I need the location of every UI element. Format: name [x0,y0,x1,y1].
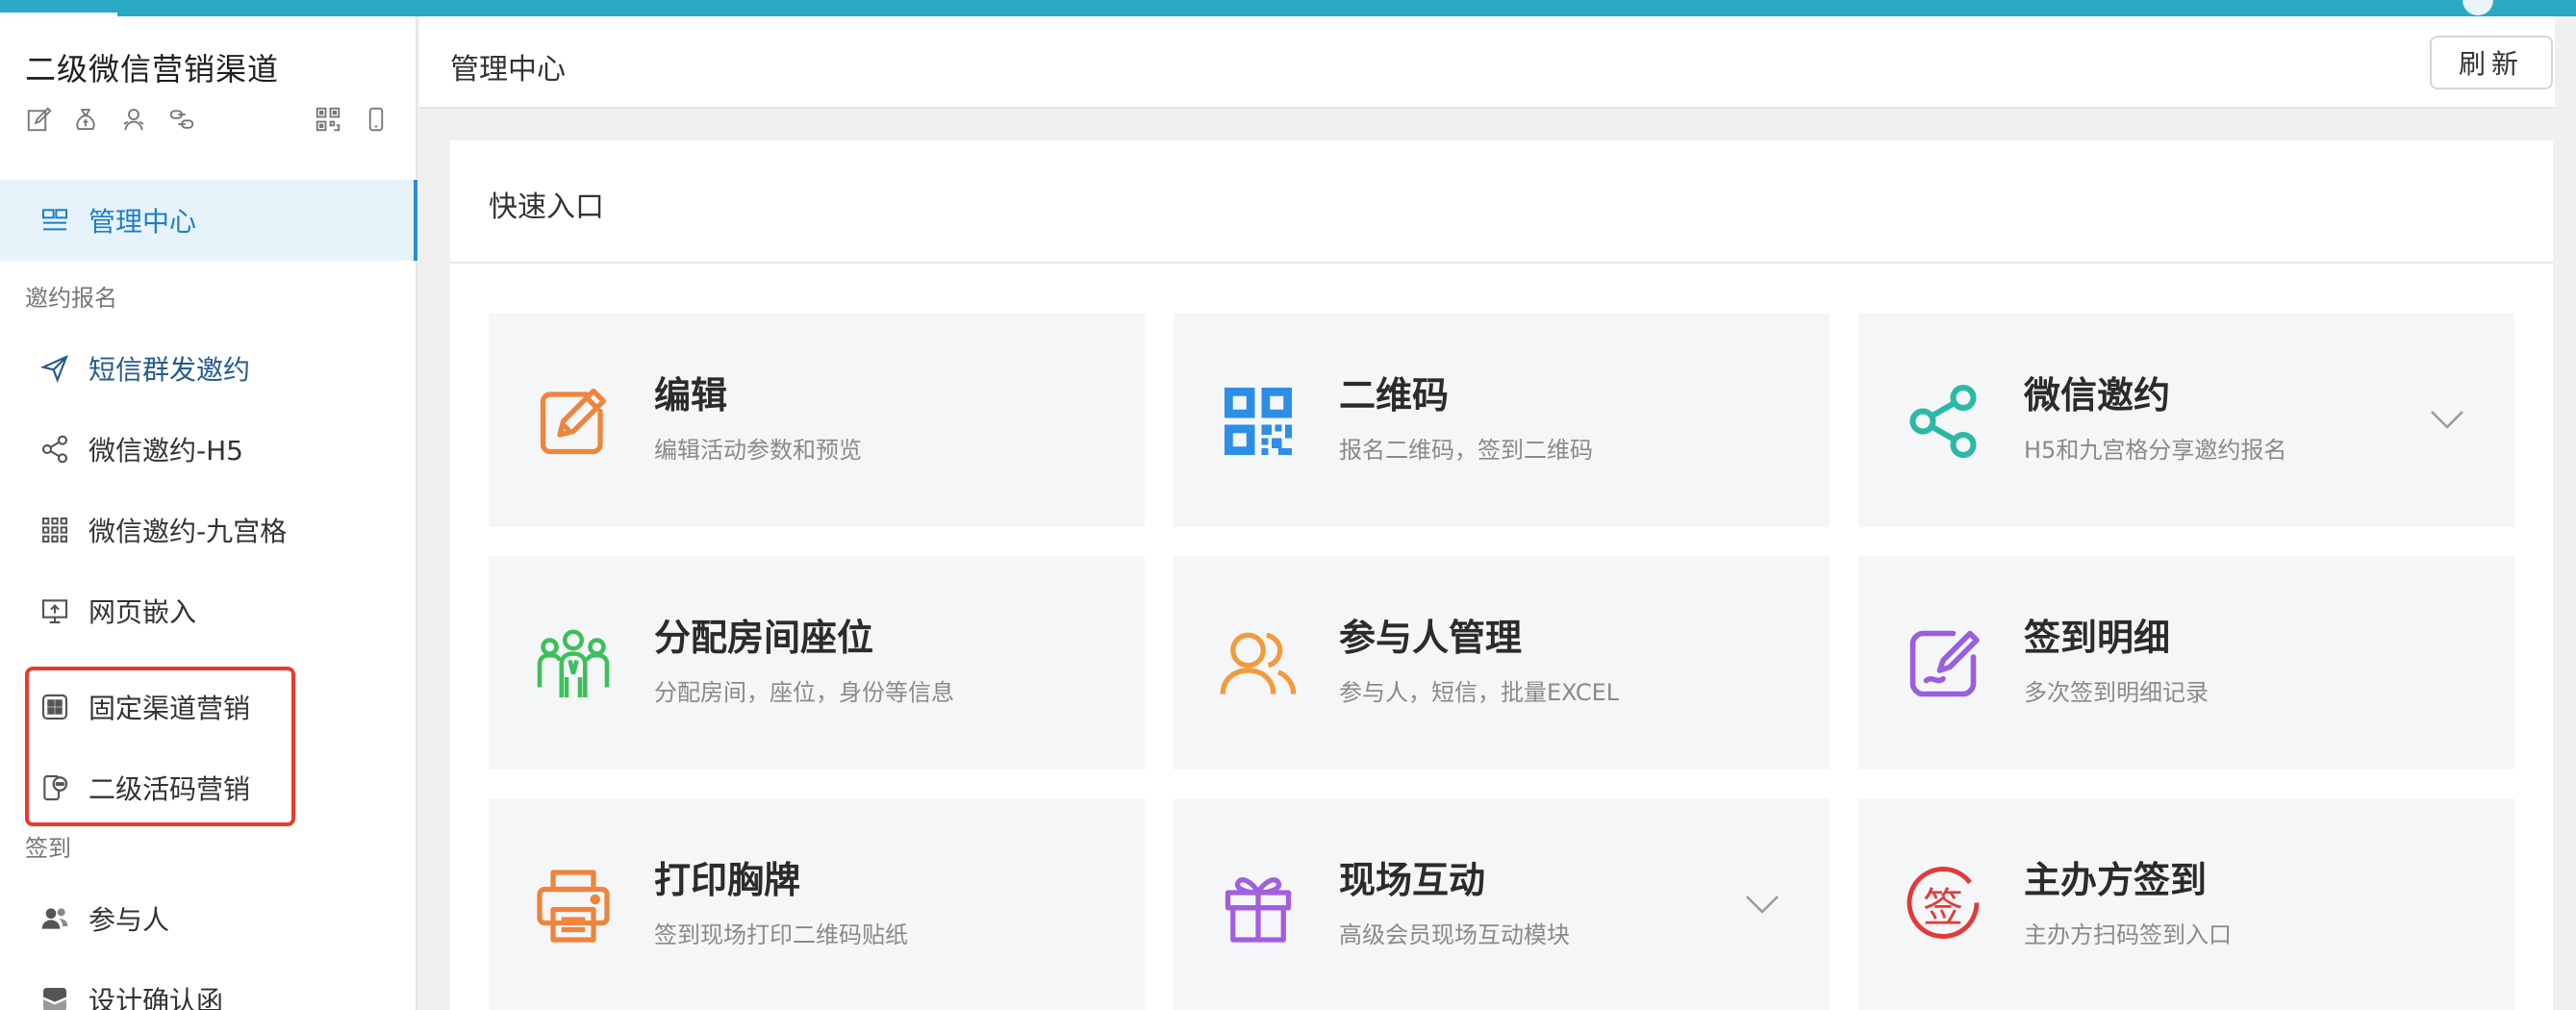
nav-item-wechat-grid[interactable]: 微信邀约-九宫格 [0,490,417,570]
quick-card-edit[interactable]: 编辑 编辑活动参数和预览 [489,314,1145,527]
panel-divider [450,262,2553,264]
quick-card-qrcode[interactable]: 二维码 报名二维码，签到二维码 [1174,314,1830,527]
nav-item-sms-invite[interactable]: 短信群发邀约 [0,328,417,409]
sidebar: 二级微信营销渠道 管理中心 邀约报名 短信群发邀约 微信邀约-H5 微信邀约-九… [0,16,417,1010]
sign-stamp-icon: 签 [1903,866,1983,947]
nav-item-participants[interactable]: 参与人 [0,878,417,959]
quick-entry-panel: 快速入口 编辑 编辑活动参数和预览 二维码 报名二维码，签到二维码 微信邀约 H… [450,140,2553,1010]
card-title: 主办方签到 [2024,859,2208,901]
nav-item-label: 短信群发邀约 [88,354,251,386]
quick-card-seating[interactable]: 分配房间座位 分配房间，座位，身份等信息 [489,556,1145,770]
page-header: 管理中心 刷新 [419,16,2576,109]
app-title: 二级微信营销渠道 [25,51,280,88]
card-desc: 分配房间，座位，身份等信息 [654,679,954,706]
card-desc: H5和九宫格分享邀约报名 [2024,437,2287,464]
qrcode-icon [1218,381,1299,462]
share-icon [1903,381,1983,462]
refresh-button[interactable]: 刷新 [2430,36,2553,89]
people-icon [38,902,71,935]
card-desc: 编辑活动参数和预览 [654,437,862,464]
send-icon [38,352,71,385]
nav-item-label: 微信邀约-九宫格 [88,516,288,547]
quick-card-live-interaction[interactable]: 现场互动 高级会员现场互动模块 [1174,798,1830,1010]
nav-item-label: 微信邀约-H5 [88,435,243,467]
card-desc: 报名二维码，签到二维码 [1339,437,1593,464]
nav-item-dashboard[interactable]: 管理中心 [0,180,417,261]
grid-icon [38,514,71,546]
chevron-down-icon[interactable] [2428,406,2466,433]
highlight-annotation [25,667,295,826]
link-icon[interactable] [167,105,196,134]
page-title: 管理中心 [450,53,566,87]
team-icon [533,623,614,704]
card-title: 打印胸牌 [654,859,801,901]
card-title: 编辑 [654,374,728,417]
users-icon [1218,623,1299,704]
nav-item-confirm-letter[interactable]: 设计确认函 [0,959,417,1010]
letter-icon [38,983,71,1010]
quick-card-host-signin[interactable]: 签 主办方签到 主办方扫码签到入口 [1858,798,2514,1010]
section-label-signin: 签到 [25,835,71,862]
card-title: 分配房间座位 [654,617,874,659]
gift-icon [1218,866,1299,947]
card-desc: 高级会员现场互动模块 [1339,922,1570,948]
card-desc: 多次签到明细记录 [2024,679,2209,706]
card-desc: 参与人，短信，批量EXCEL [1339,679,1620,706]
nav-item-label: 设计确认函 [88,985,224,1010]
nav-item-label: 管理中心 [88,206,197,238]
card-title: 二维码 [1339,374,1450,417]
printer-icon [533,866,614,947]
card-title: 现场互动 [1339,859,1486,901]
monitor-icon [38,594,71,627]
panel-title: 快速入口 [489,190,604,224]
phone-icon[interactable] [362,105,391,134]
nav-item-wechat-h5[interactable]: 微信邀约-H5 [0,409,417,490]
quick-card-print-badge[interactable]: 打印胸牌 签到现场打印二维码贴纸 [489,798,1145,1010]
quick-card-participants[interactable]: 参与人管理 参与人，短信，批量EXCEL [1174,556,1830,770]
sign-edit-icon [1903,623,1983,704]
top-bar [0,0,2576,16]
card-desc: 签到现场打印二维码贴纸 [654,922,908,948]
card-title: 参与人管理 [1339,617,1523,659]
card-desc: 主办方扫码签到入口 [2024,922,2232,948]
scrollbar[interactable] [2555,16,2576,1010]
card-title: 微信邀约 [2024,374,2171,417]
card-title: 签到明细 [2024,617,2171,659]
dashboard-icon [38,204,71,237]
money-bag-icon[interactable] [71,105,100,134]
section-label-invite: 邀约报名 [25,285,117,312]
nav-item-label: 网页嵌入 [88,596,197,628]
share-icon [38,433,71,466]
stamp-glyph: 签 [1923,884,1963,931]
avatar[interactable] [2462,0,2493,15]
chevron-down-icon[interactable] [1743,891,1781,918]
nav-item-label: 参与人 [88,904,170,936]
qrcode-icon[interactable] [314,105,342,134]
quick-card-wechat-invite[interactable]: 微信邀约 H5和九宫格分享邀约报名 [1858,314,2514,527]
edit-icon [533,381,614,462]
user-icon[interactable] [119,105,148,134]
nav-item-web-embed[interactable]: 网页嵌入 [0,570,417,651]
edit-icon[interactable] [25,105,54,134]
quick-card-signin-detail[interactable]: 签到明细 多次签到明细记录 [1858,556,2514,770]
